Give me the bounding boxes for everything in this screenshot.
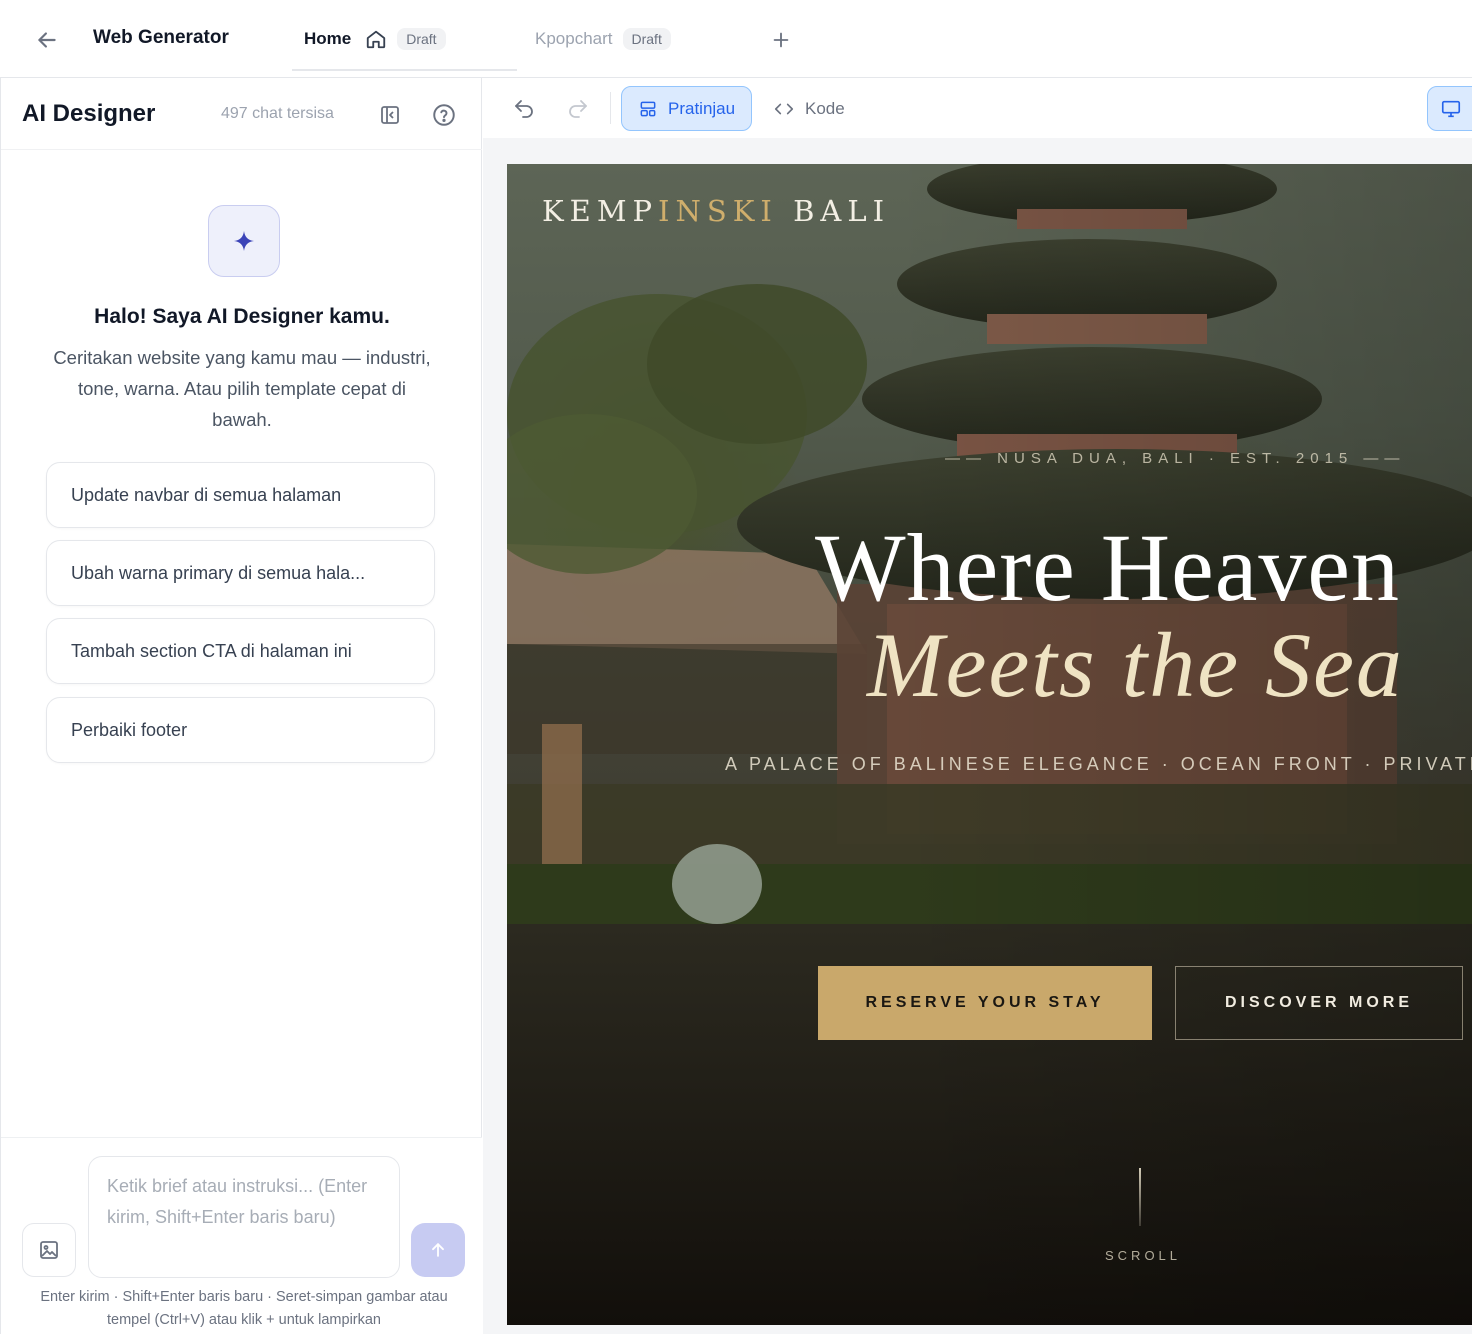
suggestion-chip[interactable]: Update navbar di semua halaman — [46, 462, 435, 528]
tab-kpopchart[interactable]: Kpopchart Draft — [523, 0, 723, 78]
scroll-label: SCROLL — [1105, 1248, 1182, 1263]
collapse-panel-button[interactable] — [375, 100, 405, 130]
arrow-up-icon — [432, 1243, 444, 1257]
send-button[interactable] — [411, 1223, 465, 1277]
add-tab-button[interactable] — [764, 24, 798, 56]
chat-remaining-count: 497 chat tersisa — [221, 105, 334, 122]
status-badge: Draft — [397, 28, 446, 50]
scroll-indicator-line — [1139, 1168, 1141, 1226]
brief-input[interactable] — [107, 1171, 381, 1263]
suggestion-chip[interactable]: Ubah warna primary di semua hala... — [46, 540, 435, 606]
redo-button[interactable] — [563, 94, 593, 124]
tab-label: Home — [304, 29, 352, 48]
layout-icon — [638, 99, 658, 119]
greeting-heading: Halo! Saya AI Designer kamu. — [94, 305, 390, 328]
attach-image-button[interactable] — [22, 1223, 76, 1277]
reserve-stay-button[interactable]: RESERVE YOUR STAY — [818, 966, 1152, 1040]
toolbar-divider — [610, 92, 611, 124]
tab-label: Kpopchart — [535, 29, 613, 48]
hero-preview: KEMPINSKI BALI —— NUSA DUA, BALI · EST. … — [507, 164, 1472, 1325]
tab-home[interactable]: Home Draft — [292, 0, 517, 78]
top-bar: Web Generator Home Draft Kpopchart Draft — [0, 0, 1472, 78]
undo-icon — [515, 100, 533, 118]
preview-area: Pratinjau Kode KEMPINSKI BALI —— NUSA DU… — [483, 78, 1472, 1334]
code-icon — [773, 98, 795, 120]
hero-subline: A PALACE OF BALINESE ELEGANCE · OCEAN FR… — [725, 754, 1472, 774]
panel-collapse-icon — [381, 106, 399, 124]
status-badge: Draft — [622, 28, 671, 50]
greeting-description: Ceritakan website yang kamu mau — indust… — [53, 347, 431, 430]
panel-title: AI Designer — [22, 100, 156, 127]
app-title: Web Generator — [93, 27, 229, 48]
preview-toolbar: Pratinjau Kode — [483, 78, 1472, 138]
composer-hint: Enter kirim · Shift+Enter baris baru · S… — [40, 1289, 448, 1328]
discover-more-button[interactable]: DISCOVER MORE — [1175, 966, 1463, 1040]
preview-mode-label: Pratinjau — [668, 98, 736, 118]
brief-input-wrapper — [88, 1156, 400, 1278]
hero-headline: Where Heaven — [815, 514, 1400, 621]
hero-kicker: —— NUSA DUA, BALI · EST. 2015 —— — [945, 450, 1406, 467]
help-button[interactable] — [429, 100, 459, 130]
brand-part-2: INSKI — [658, 194, 778, 228]
image-icon — [40, 1241, 58, 1259]
help-circle-icon — [433, 104, 455, 126]
suggestion-chip[interactable]: Perbaiki footer — [46, 697, 435, 763]
sparkle-icon — [234, 231, 254, 251]
undo-button[interactable] — [509, 94, 539, 124]
monitor-icon — [1441, 100, 1461, 117]
desktop-view-button[interactable] — [1427, 86, 1472, 131]
hero-overlay — [507, 164, 1472, 1325]
chat-composer: Enter kirim · Shift+Enter baris baru · S… — [1, 1137, 482, 1334]
preview-mode-button[interactable]: Pratinjau — [621, 86, 753, 131]
redo-icon — [569, 100, 587, 118]
arrow-left-icon — [38, 32, 56, 48]
hero-headline-italic: Meets the Sea — [867, 614, 1404, 716]
home-icon — [365, 28, 387, 50]
code-mode-label: Kode — [805, 98, 845, 118]
back-button[interactable] — [30, 24, 64, 56]
brand-part-1: KEMP — [542, 194, 659, 228]
brand-part-3: BALI — [777, 194, 891, 228]
brand-logo[interactable]: KEMPINSKI BALI — [542, 194, 890, 228]
suggestion-chip[interactable]: Tambah section CTA di halaman ini — [46, 618, 435, 684]
plus-icon — [773, 32, 789, 48]
code-mode-button[interactable]: Kode — [757, 86, 861, 131]
ai-designer-panel: AI Designer 497 chat tersisa Halo! Saya … — [0, 78, 482, 1334]
ai-sparkle-badge — [208, 205, 280, 277]
panel-header: AI Designer 497 chat tersisa — [1, 78, 482, 150]
